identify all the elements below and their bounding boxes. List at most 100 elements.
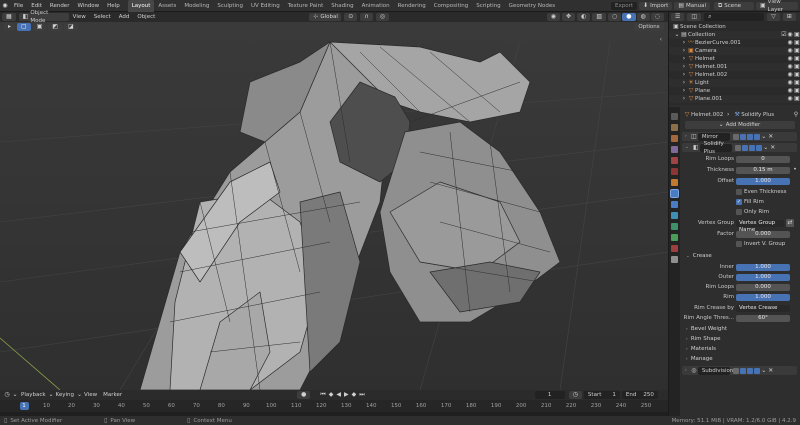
camera-render-icon[interactable]: ▣ [793, 79, 800, 87]
outliner-item[interactable]: › ▽ Helmet ◉ ▣ [669, 55, 800, 63]
subdivision-on-cage-icon[interactable] [732, 367, 739, 374]
tab-modeling[interactable]: Modeling [180, 0, 213, 12]
subdivision-name-field[interactable]: Subdivision [697, 366, 733, 375]
play-icon[interactable]: ▶ [344, 391, 349, 399]
outliner-item[interactable]: › ▽ Helmet.001 ◉ ▣ [669, 63, 800, 71]
tab-texture[interactable] [671, 256, 678, 263]
orientation-selector[interactable]: ⊹ Global [309, 13, 342, 21]
outliner-item[interactable]: › ☀ Light ◉ ▣ [669, 79, 800, 87]
options-button[interactable]: Options [634, 23, 664, 31]
camera-render-icon[interactable]: ▣ [793, 63, 800, 71]
menu-marker[interactable]: Marker [100, 392, 125, 398]
import-button[interactable]: ⬇ Import [639, 1, 673, 10]
subdivision-modifier-header[interactable]: › ◎ Subdivision ⌄ ✕ [682, 366, 797, 375]
camera-render-icon[interactable]: ▣ [793, 87, 800, 95]
camera-render-icon[interactable]: ▣ [793, 55, 800, 63]
jump-end-icon[interactable]: ⏭ [359, 391, 364, 399]
camera-render-icon[interactable]: ▣ [793, 47, 800, 55]
rim-angle-field[interactable]: 60° [736, 314, 790, 322]
tab-physics[interactable] [671, 212, 678, 219]
solidify-name-field[interactable]: Solidify Plus [699, 141, 732, 155]
start-frame-field[interactable]: Start 1 [583, 391, 620, 399]
manual-button[interactable]: ▤ Manual [674, 1, 710, 10]
timeline-ruler[interactable]: 1 10 20 30 40 50 60 70 80 90 100 110 120 130 140 150 160… [0, 400, 668, 412]
manage-expand-icon[interactable]: › [686, 357, 688, 362]
crease-rim-field[interactable]: 1.000 [736, 293, 790, 301]
tab-layout[interactable]: Layout [127, 0, 155, 12]
mirror-on-cage-icon[interactable] [732, 133, 739, 140]
crease-rim-loops-field[interactable]: 0.000 [736, 283, 790, 291]
tab-texture-paint[interactable]: Texture Paint [284, 0, 328, 12]
factor-field[interactable]: 0.000 [736, 230, 790, 238]
menu-timeline-view[interactable]: View [81, 392, 100, 398]
subdivision-edit-mode-icon[interactable] [739, 367, 746, 374]
rim-crease-by-select[interactable]: Vertex Crease [736, 304, 790, 312]
bevel-weight-expand-icon[interactable]: › [686, 327, 688, 332]
tab-particles[interactable] [671, 201, 678, 208]
vertex-group-field[interactable]: Vertex Group Name [736, 219, 784, 233]
mirror-edit-mode-icon[interactable] [739, 133, 746, 140]
subdivision-close-icon[interactable]: ✕ [768, 367, 774, 375]
tab-assets[interactable]: Assets [154, 0, 180, 12]
subdivision-menu-icon[interactable]: ⌄ [760, 367, 768, 375]
select-invert-button[interactable]: ◪ [64, 23, 78, 31]
editor-type-button[interactable]: ▦ [2, 13, 16, 21]
select-extend-button[interactable]: ▣ [32, 23, 47, 31]
mirror-expand-icon[interactable]: › [685, 134, 687, 139]
solidify-edit-mode-icon[interactable] [741, 144, 748, 151]
mirror-realtime-icon[interactable] [746, 133, 753, 140]
solidify-expand-icon[interactable]: ⌄ [685, 145, 689, 150]
mode-selector[interactable]: ◧ Object Mode [18, 10, 69, 24]
view-layer-selector[interactable]: ▣ View Layer [756, 0, 798, 13]
subdivision-realtime-icon[interactable] [746, 367, 753, 374]
camera-render-icon[interactable]: ▣ [793, 31, 800, 39]
tab-data[interactable] [671, 234, 678, 241]
tab-modifiers[interactable] [670, 189, 679, 198]
solidify-menu-icon[interactable]: ⌄ [762, 144, 770, 152]
rim-loops-field[interactable]: 0 [736, 155, 790, 163]
tab-animation[interactable]: Animation [358, 0, 394, 12]
tab-view-layer[interactable] [671, 146, 678, 153]
export-button[interactable]: Export [611, 1, 638, 10]
solidify-close-icon[interactable]: ✕ [770, 144, 776, 152]
subpanel-materials[interactable]: › Materials [680, 345, 799, 353]
current-frame-field[interactable]: 1 [534, 391, 565, 399]
gizmo-button[interactable]: ✥ [562, 13, 576, 21]
offset-field[interactable]: 1.000 [736, 177, 790, 185]
menu-add[interactable]: Add [115, 14, 134, 20]
blender-logo-icon[interactable]: ◉ [0, 2, 10, 10]
mirror-modifier-header[interactable]: › ◫ Mirror ⌄ ✕ [682, 132, 797, 141]
new-collection-button[interactable]: ⊞ [782, 13, 796, 21]
material-shading-button[interactable]: ◍ [636, 13, 650, 21]
end-frame-field[interactable]: End 250 [621, 391, 658, 399]
crease-outer-field[interactable]: 1.000 [736, 273, 790, 281]
menu-keying[interactable]: Keying [53, 392, 77, 398]
outliner-row-scene-collection[interactable]: ▣ Scene Collection [669, 23, 800, 31]
invert-arrows-icon[interactable]: ⇄ [786, 219, 794, 227]
select-box-button[interactable]: ▢ [17, 23, 31, 31]
outliner-item[interactable]: › ▣ Camera ◉ ▣ [669, 47, 800, 55]
snap-toggle[interactable]: ∩ [360, 13, 373, 21]
camera-render-icon[interactable]: ▣ [793, 39, 800, 47]
menu-object[interactable]: Object [133, 14, 159, 20]
subpanel-manage[interactable]: › Manage [680, 355, 799, 363]
outliner-item[interactable]: › ▽ Helmet.002 ◉ ▣ [669, 71, 800, 79]
wireframe-shading-button[interactable]: ○ [608, 13, 622, 21]
3d-viewport[interactable]: ▸ ▢ ▣ ◩ ◪ Options ‹ [0, 22, 668, 390]
select-subtract-button[interactable]: ◩ [48, 23, 63, 31]
jump-start-icon[interactable]: ⏮ [320, 391, 325, 399]
tab-tool[interactable] [671, 113, 678, 120]
solidify-realtime-icon[interactable] [748, 144, 755, 151]
only-rim-checkbox[interactable] [736, 209, 742, 215]
pin-icon[interactable]: ⚲ [793, 111, 799, 119]
menu-file[interactable]: File [10, 0, 27, 12]
next-key-icon[interactable]: ◆ [352, 391, 357, 399]
materials-expand-icon[interactable]: › [686, 347, 688, 352]
tab-constraints[interactable] [671, 223, 678, 230]
solidify-modifier-header[interactable]: ⌄ ◧ Solidify Plus ⌄ ✕ [682, 141, 797, 155]
tab-world[interactable] [671, 168, 678, 175]
rim-shape-expand-icon[interactable]: › [686, 337, 688, 342]
outliner-editor-type[interactable]: ☰ [671, 13, 685, 21]
outliner-item[interactable]: › 〰 BezierCurve.001 ◉ ▣ [669, 39, 800, 47]
fill-rim-checkbox[interactable]: ✓ [736, 199, 742, 205]
